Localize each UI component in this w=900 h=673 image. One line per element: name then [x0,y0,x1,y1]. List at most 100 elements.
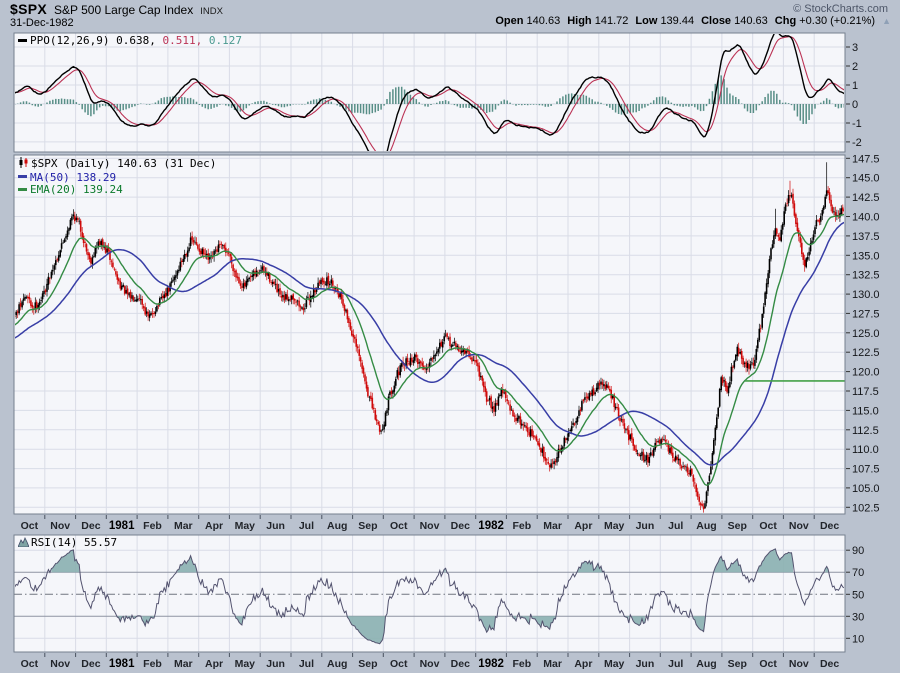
svg-text:90: 90 [852,545,864,557]
x-axis-months-lower: OctNovDec1981FebMarAprMayJunJulAugSepOct… [21,653,840,670]
svg-text:120.0: 120.0 [852,367,880,379]
ema20-swatch-icon [18,188,27,191]
quote-close: Close 140.63 [701,15,768,27]
svg-text:May: May [604,658,625,670]
price-legend: $SPX (Daily) 140.63 (31 Dec) MA(50) 138.… [18,157,216,197]
ppo-signal-value: 0.511, [162,34,202,47]
svg-text:125.0: 125.0 [852,328,880,340]
symbol: $SPX [10,1,47,17]
quote-bar: Open 140.63 High 141.72 Low 139.44 Close… [495,15,891,27]
svg-text:Jul: Jul [299,658,314,670]
svg-text:Jun: Jun [266,658,285,670]
svg-text:Feb: Feb [143,658,162,670]
svg-text:3: 3 [852,42,858,54]
rsi-label: RSI(14) 55.57 [31,536,117,549]
svg-text:Oct: Oct [21,520,39,532]
svg-text:135.0: 135.0 [852,250,880,262]
svg-text:Sep: Sep [728,520,747,532]
svg-text:112.5: 112.5 [852,425,879,437]
svg-text:1982: 1982 [478,658,504,670]
quote-open: Open 140.63 [495,15,560,27]
svg-text:1: 1 [852,80,858,92]
svg-text:Dec: Dec [820,520,839,532]
svg-text:-2: -2 [852,137,862,149]
svg-text:Jun: Jun [636,658,655,670]
svg-text:Aug: Aug [327,658,347,670]
x-axis-months-upper: Oct Nov Dec 1981 Feb Mar Apr May Jun Jul Aug Sep Oct… [21,515,840,532]
rsi-legend: RSI(14) 55.57 [18,537,117,551]
stockcharts-page: -2-10123102.5105.0107.5110.0112.5115.011… [0,0,900,673]
svg-text:147.5: 147.5 [852,153,880,165]
quote-chg: Chg +0.30 (+0.21%) [775,15,875,27]
ppo-panel: -2-10123 [14,31,862,163]
svg-text:Mar: Mar [174,658,193,670]
price-panel: 102.5 105.0 107.5 110.0 112.5 115.0 117.5 120.0… [14,153,880,514]
svg-text:140.0: 140.0 [852,212,880,224]
svg-text:May: May [235,658,256,670]
quote-low: Low 139.44 [635,15,694,27]
svg-text:102.5: 102.5 [852,502,880,514]
svg-text:Jul: Jul [299,520,314,532]
svg-text:Dec: Dec [820,658,839,670]
svg-text:2: 2 [852,61,858,73]
svg-text:Apr: Apr [574,520,592,532]
svg-text:Oct: Oct [390,658,408,670]
svg-text:Aug: Aug [696,520,716,532]
svg-text:122.5: 122.5 [852,347,880,359]
quote-high: High 141.72 [567,15,628,27]
svg-text:1981: 1981 [109,520,135,532]
svg-text:Aug: Aug [327,520,347,532]
svg-text:Apr: Apr [205,520,223,532]
svg-text:Sep: Sep [728,658,747,670]
svg-text:Dec: Dec [81,520,100,532]
candlestick-icon [18,157,29,172]
ma50-swatch-icon [18,175,27,178]
date-label: 31-Dec-1982 [10,17,74,29]
change-up-arrow-icon: ▲ [882,16,891,26]
svg-text:Nov: Nov [50,520,70,532]
svg-text:Jul: Jul [668,520,683,532]
svg-text:Dec: Dec [451,520,470,532]
svg-text:0: 0 [852,99,858,111]
svg-text:107.5: 107.5 [852,464,880,476]
exchange-label: INDX [200,6,223,17]
svg-text:115.0: 115.0 [852,405,879,417]
svg-text:130.0: 130.0 [852,289,880,301]
svg-text:Nov: Nov [420,658,440,670]
svg-text:Dec: Dec [451,658,470,670]
ppo-value: 0.638, [116,34,156,47]
svg-text:Oct: Oct [21,658,39,670]
copyright: © StockCharts.com [793,3,888,15]
svg-text:70: 70 [852,567,864,579]
svg-text:117.5: 117.5 [852,386,879,398]
ppo-label: PPO(12,26,9) [30,34,109,47]
svg-text:Mar: Mar [543,520,562,532]
rsi-panel: 1030507090 [14,535,864,652]
svg-text:Feb: Feb [143,520,162,532]
ppo-line-swatch-icon [18,39,27,42]
svg-text:Nov: Nov [420,520,440,532]
svg-text:May: May [235,520,256,532]
svg-text:Oct: Oct [759,520,777,532]
svg-text:Sep: Sep [358,520,377,532]
area-chart-icon [18,537,29,551]
svg-text:Dec: Dec [81,658,100,670]
svg-text:Jun: Jun [266,520,285,532]
svg-text:145.0: 145.0 [852,173,880,185]
svg-text:Jun: Jun [636,520,655,532]
svg-text:142.5: 142.5 [852,192,880,204]
svg-text:Nov: Nov [789,520,809,532]
svg-text:Nov: Nov [50,658,70,670]
svg-text:127.5: 127.5 [852,308,880,320]
svg-text:Feb: Feb [512,658,531,670]
svg-text:105.0: 105.0 [852,483,880,495]
svg-text:110.0: 110.0 [852,444,879,456]
svg-text:Oct: Oct [759,658,777,670]
svg-text:Oct: Oct [390,520,408,532]
svg-text:30: 30 [852,611,864,623]
svg-text:Apr: Apr [205,658,223,670]
svg-text:May: May [604,520,625,532]
svg-text:132.5: 132.5 [852,270,880,282]
svg-text:Aug: Aug [696,658,716,670]
svg-text:1982: 1982 [478,520,504,532]
